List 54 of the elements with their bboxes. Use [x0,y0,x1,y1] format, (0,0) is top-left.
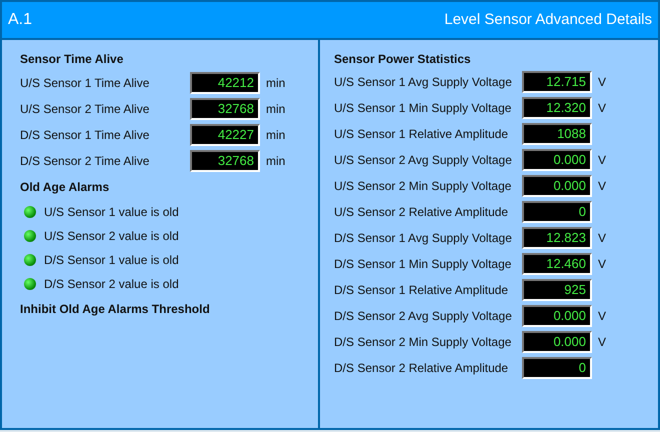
value-display: 0 [522,357,592,379]
value-display: 12.823 [522,227,592,249]
panel-id: A.1 [8,10,32,30]
unit-label: V [598,100,606,117]
section-heading: Inhibit Old Age Alarms Threshold [20,301,211,318]
unit-label: V [598,152,606,169]
section-heading: Old Age Alarms [20,179,110,196]
unit-label: V [598,230,606,247]
unit-label: V [598,74,606,91]
field-label: U/S Sensor 2 Time Alive [20,101,150,118]
section-heading: Sensor Power Statistics [334,51,472,68]
alarm-label: D/S Sensor 2 value is old [44,276,179,293]
value-display: 0 [522,201,592,223]
alarm-label: U/S Sensor 1 value is old [44,204,179,221]
field-label: D/S Sensor 1 Relative Amplitude [334,282,510,299]
field-label: U/S Sensor 2 Min Supply Voltage [334,178,512,195]
value-display: 32768 [190,150,260,172]
field-label: D/S Sensor 1 Avg Supply Voltage [334,230,513,247]
value-display: 0.000 [522,149,592,171]
value-display: 42227 [190,124,260,146]
field-label: D/S Sensor 1 Time Alive [20,127,150,144]
alarm-label: D/S Sensor 1 value is old [44,252,179,269]
field-label: U/S Sensor 1 Avg Supply Voltage [334,74,513,91]
unit-label: min [266,127,286,144]
value-display: 0.000 [522,305,592,327]
field-label: U/S Sensor 1 Relative Amplitude [334,126,510,143]
unit-label: V [598,334,606,351]
panel-title: Level Sensor Advanced Details [444,10,652,30]
value-display: 12.715 [522,71,592,93]
field-label: U/S Sensor 2 Avg Supply Voltage [334,152,513,169]
field-label: D/S Sensor 2 Time Alive [20,153,150,170]
value-display: 1088 [522,123,592,145]
field-label: U/S Sensor 1 Time Alive [20,75,150,92]
field-label: D/S Sensor 1 Min Supply Voltage [334,256,512,273]
value-display: 12.460 [522,253,592,275]
value-display: 925 [522,279,592,301]
field-label: U/S Sensor 2 Relative Amplitude [334,204,510,221]
unit-label: min [266,153,286,170]
unit-label: V [598,178,606,195]
unit-label: min [266,101,286,118]
value-display: 32768 [190,98,260,120]
value-display: 12.320 [522,97,592,119]
unit-label: V [598,256,606,273]
field-label: D/S Sensor 2 Min Supply Voltage [334,334,512,351]
field-label: D/S Sensor 2 Avg Supply Voltage [334,308,513,325]
unit-label: min [266,75,286,92]
value-display: 42212 [190,72,260,94]
field-label: D/S Sensor 2 Relative Amplitude [334,360,510,377]
value-display: 0.000 [522,175,592,197]
section-heading: Sensor Time Alive [20,51,124,68]
alarm-label: U/S Sensor 2 value is old [44,228,179,245]
unit-label: V [598,308,606,325]
field-label: U/S Sensor 1 Min Supply Voltage [334,100,512,117]
value-display: 0.000 [522,331,592,353]
